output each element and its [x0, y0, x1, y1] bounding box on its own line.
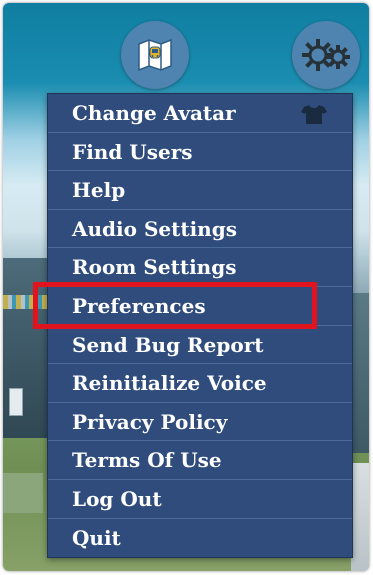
menu-item-label: Change Avatar — [72, 101, 236, 125]
map-button[interactable] — [121, 21, 189, 89]
menu-item-label: Room Settings — [72, 255, 237, 280]
scene-building — [3, 258, 49, 438]
menu-item-find-users[interactable]: Find Users — [48, 133, 352, 172]
settings-button[interactable] — [292, 21, 360, 89]
menu-item-change-avatar[interactable]: Change Avatar — [48, 94, 352, 133]
menu-item-audio-settings[interactable]: Audio Settings — [48, 210, 352, 249]
menu-item-label: Log Out — [72, 486, 162, 511]
menu-item-reinitialize-voice[interactable]: Reinitialize Voice — [48, 364, 352, 403]
menu-item-label: Quit — [72, 525, 121, 550]
menu-item-room-settings[interactable]: Room Settings — [48, 248, 352, 287]
menu-item-label: Reinitialize Voice — [72, 371, 267, 396]
menu-item-label: Terms Of Use — [72, 448, 222, 473]
menu-item-terms-of-use[interactable]: Terms Of Use — [48, 441, 352, 480]
menu-item-help[interactable]: Help — [48, 171, 352, 210]
menu-item-privacy-policy[interactable]: Privacy Policy — [48, 403, 352, 442]
menu-item-label: Audio Settings — [72, 216, 237, 241]
map-icon — [138, 38, 172, 72]
menu-item-label: Find Users — [72, 139, 193, 164]
menu-item-preferences[interactable]: Preferences — [48, 287, 352, 326]
gears-icon — [302, 39, 350, 71]
app-viewport: Change Avatar Find Users Help Audio Sett… — [3, 3, 369, 571]
menu-item-label: Send Bug Report — [72, 332, 264, 357]
scene-path — [3, 473, 43, 513]
menu-item-log-out[interactable]: Log Out — [48, 480, 352, 519]
scene-window — [9, 388, 23, 416]
settings-menu: Change Avatar Find Users Help Audio Sett… — [47, 93, 353, 559]
menu-item-label: Preferences — [72, 293, 206, 318]
scene-bunting — [3, 295, 49, 309]
menu-item-label: Help — [72, 178, 126, 203]
menu-item-send-bug-report[interactable]: Send Bug Report — [48, 326, 352, 365]
tshirt-icon — [301, 105, 327, 124]
scene-pillar — [351, 463, 369, 571]
menu-item-quit[interactable]: Quit — [48, 519, 352, 558]
menu-item-label: Privacy Policy — [72, 409, 228, 434]
